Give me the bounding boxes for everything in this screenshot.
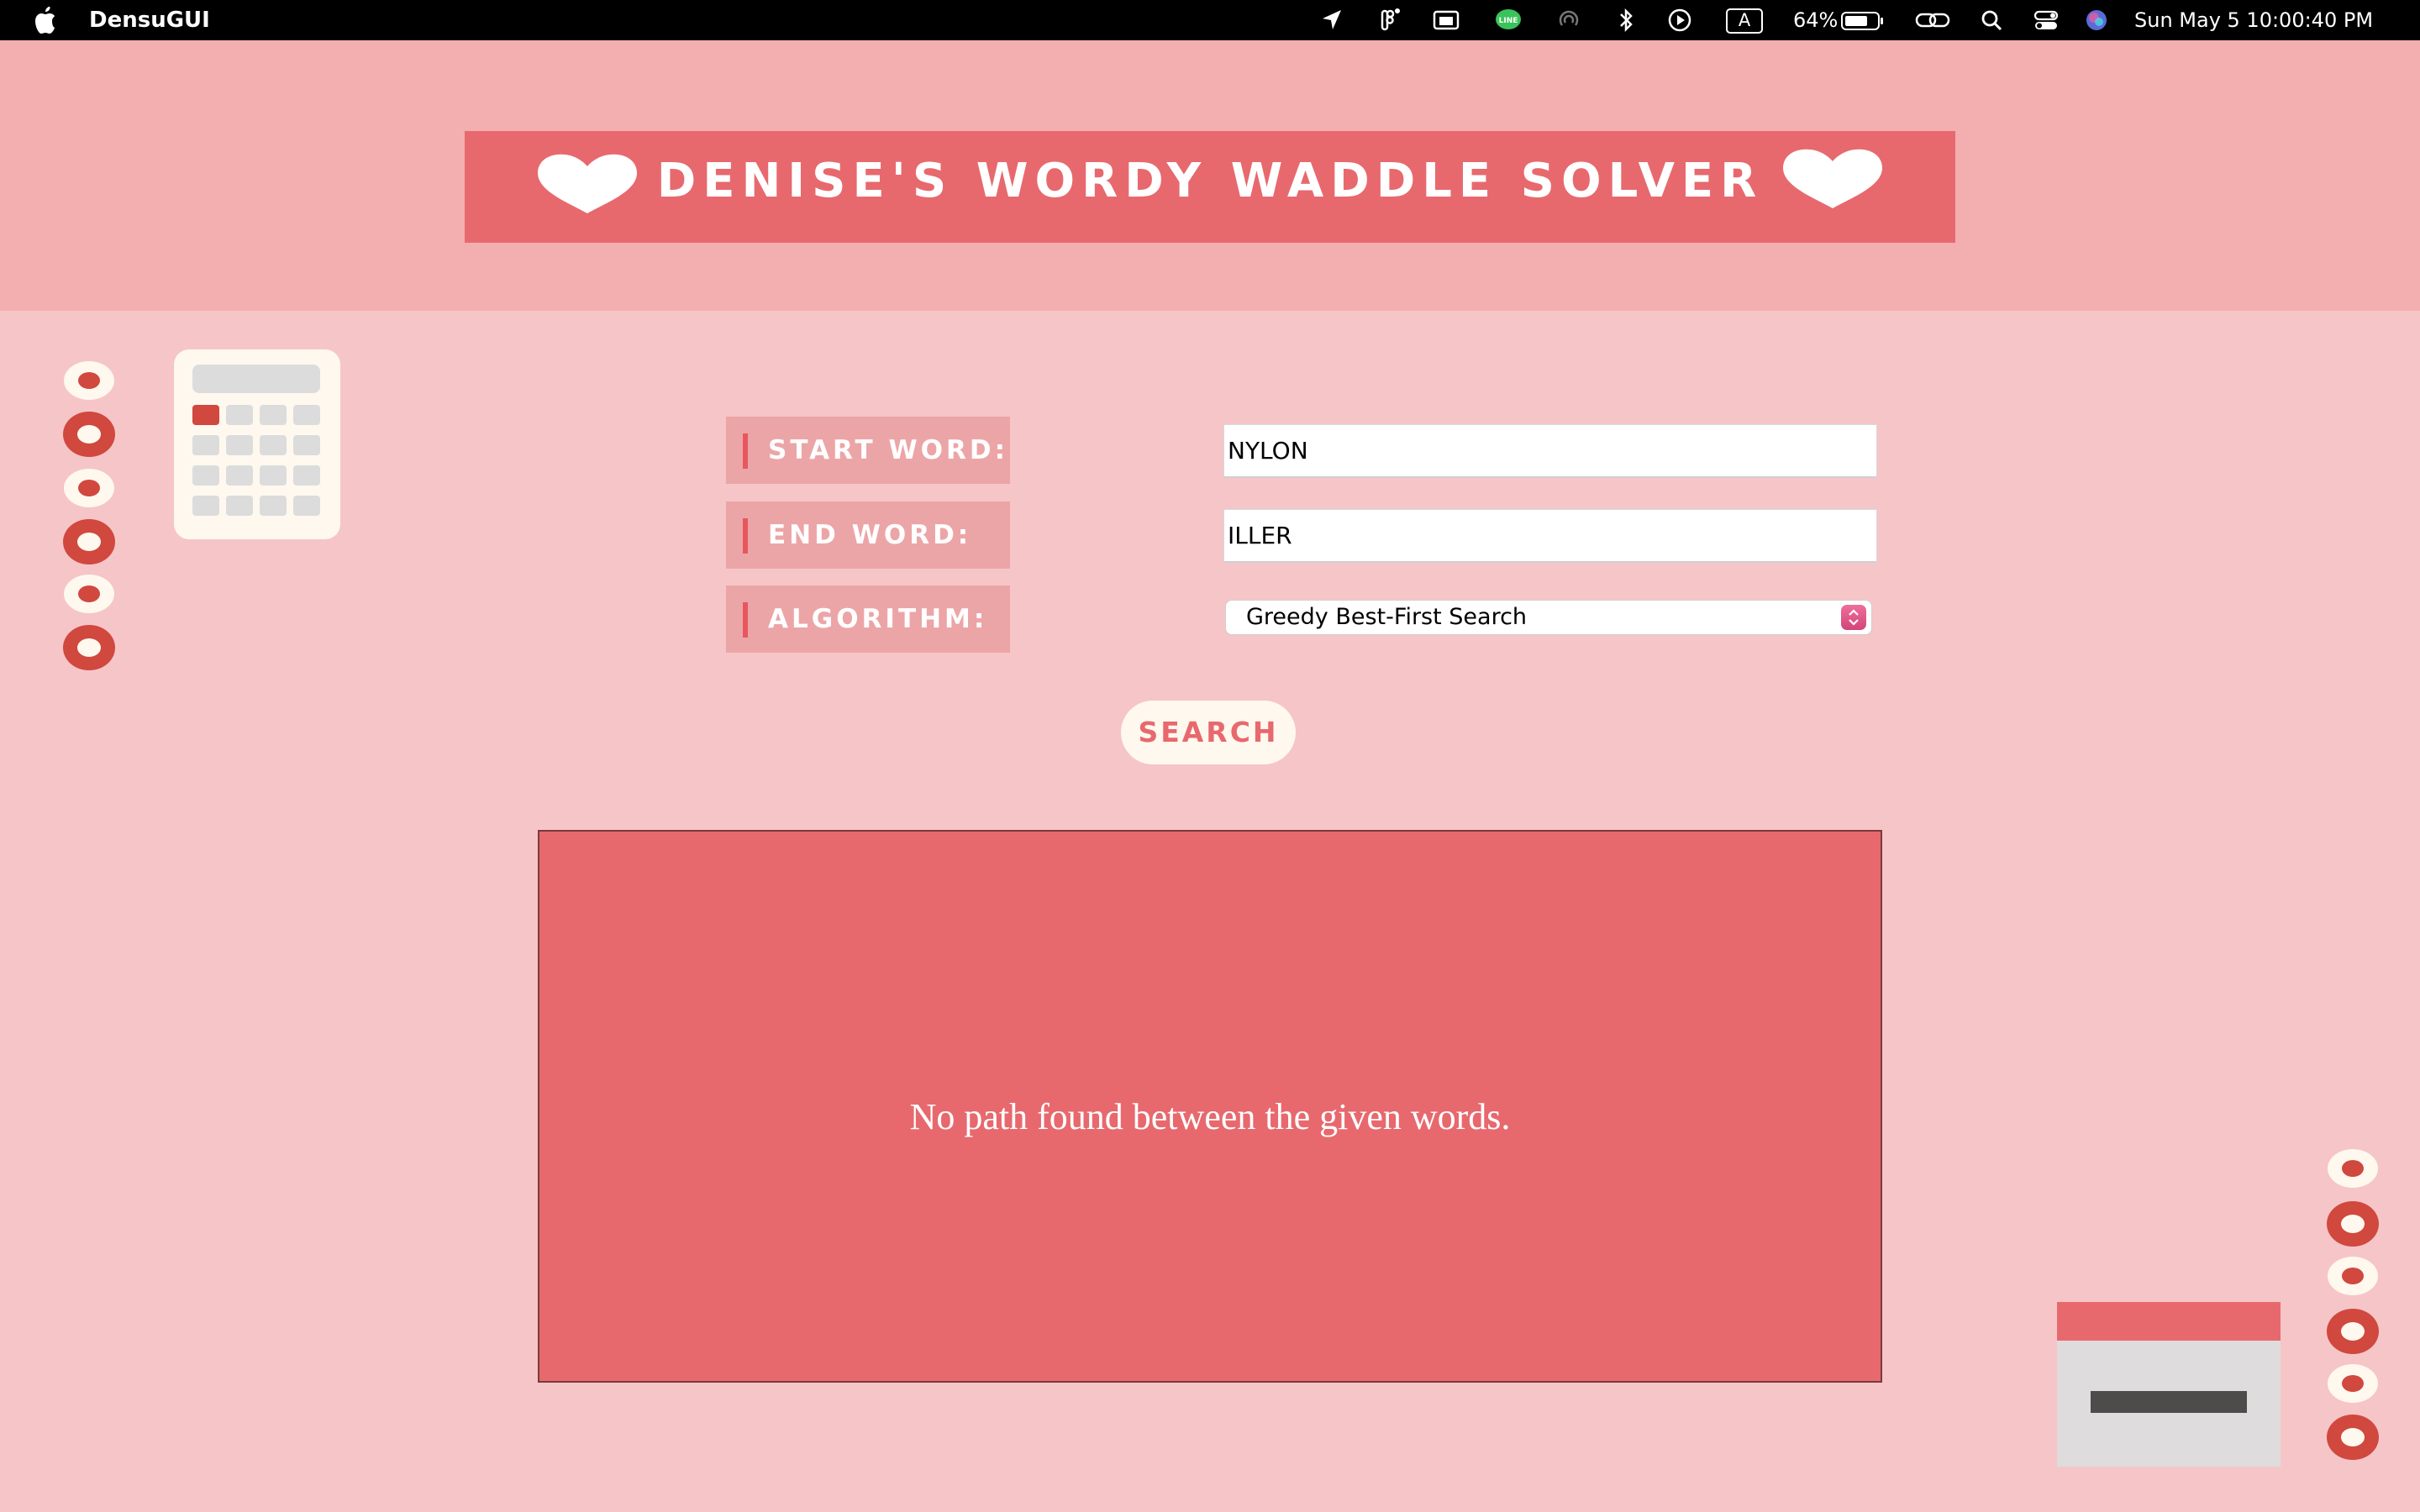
svg-text:LINE: LINE (1499, 17, 1518, 25)
algorithm-label: ALGORITHM: (726, 585, 1010, 653)
link-icon[interactable] (1914, 7, 1951, 34)
dot-icon (64, 361, 114, 400)
spotlight-search-icon[interactable] (1978, 7, 2007, 34)
dot-icon (64, 575, 114, 613)
battery-icon[interactable] (1840, 7, 1887, 34)
calculator-key (293, 465, 320, 486)
algorithm-selected-value: Greedy Best-First Search (1246, 604, 1528, 630)
screen-mirroring-icon[interactable] (1432, 7, 1460, 34)
result-panel: No path found between the given words. (538, 830, 1882, 1383)
dot-icon (63, 625, 115, 670)
start-word-label: START WORD: (726, 417, 1010, 484)
calculator-key (226, 496, 253, 516)
label-accent-bar (743, 433, 748, 469)
dot-icon (63, 519, 115, 564)
airdrop-icon[interactable] (1555, 7, 1583, 34)
calculator-icon (174, 349, 340, 539)
calculator-key (226, 435, 253, 455)
calculator-key (293, 405, 320, 425)
title-banner: DENISE'S WORDY WADDLE SOLVER (465, 131, 1955, 243)
dot-icon (2327, 1309, 2379, 1354)
dot-icon (63, 412, 115, 457)
dot-icon (2328, 1257, 2378, 1295)
menu-bar: DensuGUI LINE A 64% Sun May 5 10:00:40 P… (0, 0, 2420, 40)
end-word-label: END WORD: (726, 501, 1010, 569)
card-graphic-bar (2091, 1391, 2247, 1413)
card-graphic-header (2057, 1302, 2281, 1341)
calculator-key (260, 435, 287, 455)
card-graphic (2057, 1302, 2281, 1467)
calculator-screen (192, 365, 320, 393)
calculator-key (192, 435, 219, 455)
calculator-key (192, 465, 219, 486)
calculator-key (260, 465, 287, 486)
page-title: DENISE'S WORDY WADDLE SOLVER (656, 154, 1764, 208)
siri-icon[interactable] (2082, 7, 2111, 34)
calculator-key (260, 496, 287, 516)
menu-bar-clock[interactable]: Sun May 5 10:00:40 PM (2134, 0, 2373, 40)
figma-icon[interactable] (1375, 7, 1403, 34)
start-word-input[interactable]: NYLON (1223, 424, 1877, 478)
dot-icon (2327, 1201, 2379, 1247)
algorithm-select[interactable]: Greedy Best-First Search (1225, 600, 1872, 635)
battery-percentage: 64% (1793, 8, 1839, 32)
label-accent-bar (743, 602, 748, 638)
dot-icon (2328, 1149, 2378, 1188)
input-source-icon[interactable]: A (1726, 8, 1763, 34)
search-button[interactable]: SEARCH (1121, 701, 1296, 764)
heart-icon-right (1783, 149, 1882, 208)
end-word-input[interactable]: ILLER (1223, 509, 1877, 563)
calculator-key (226, 465, 253, 486)
select-stepper-icon[interactable] (1841, 605, 1866, 630)
control-center-icon[interactable] (2032, 7, 2060, 34)
calculator-key (192, 496, 219, 516)
heart-icon-left (538, 154, 637, 213)
calculator-key (260, 405, 287, 425)
dot-icon (2327, 1415, 2379, 1460)
calculator-key (293, 496, 320, 516)
line-app-icon[interactable]: LINE (1494, 7, 1523, 34)
bluetooth-icon[interactable] (1612, 7, 1640, 34)
calculator-key (226, 405, 253, 425)
location-arrow-icon[interactable] (1318, 7, 1346, 34)
calculator-key (192, 405, 219, 425)
app-menu-name[interactable]: DensuGUI (89, 0, 210, 40)
dot-icon (2328, 1364, 2378, 1403)
dot-icon (64, 469, 114, 507)
apple-icon[interactable] (32, 5, 57, 35)
play-circle-icon[interactable] (1665, 7, 1694, 34)
result-message: No path found between the given words. (909, 1096, 1511, 1137)
label-accent-bar (743, 518, 748, 554)
calculator-key (293, 435, 320, 455)
